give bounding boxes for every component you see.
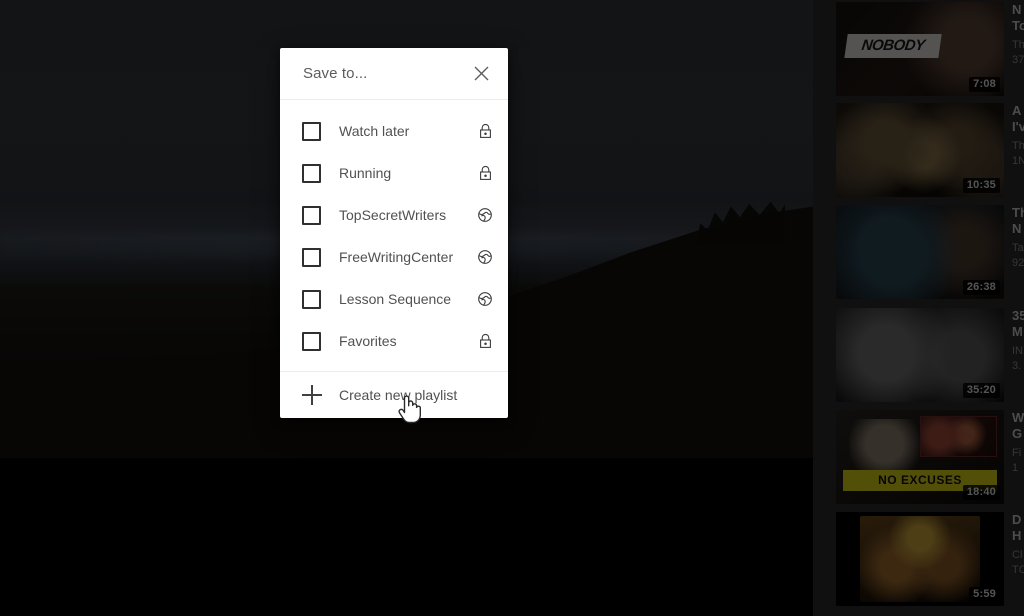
video-title-line1: D xyxy=(1012,512,1022,527)
list-item[interactable]: NO EXCUSES 18:40 W G Fi 1 xyxy=(836,410,1024,504)
playlist-row-freewritingcenter[interactable]: FreeWritingCenter xyxy=(280,236,508,278)
playlist-label: FreeWritingCenter xyxy=(339,249,454,265)
youtube-watch-page: NOBODY 7:08 N To Th 37 10:35 A I'v Th 1N… xyxy=(0,0,1024,616)
video-meta: Th N Ta 92 xyxy=(1012,205,1024,299)
video-duration: 10:35 xyxy=(962,178,1000,193)
thumbnail-title-band: NOBODY xyxy=(844,33,942,59)
globe-icon xyxy=(476,248,494,266)
video-thumbnail[interactable]: 5:59 xyxy=(836,512,1004,606)
playlist-checkbox[interactable] xyxy=(302,121,321,141)
playlist-checkbox[interactable] xyxy=(302,331,321,351)
dialog-title: Save to... xyxy=(303,65,368,82)
video-title-line1: N xyxy=(1012,2,1022,17)
playlist-label: Favorites xyxy=(339,333,397,349)
video-meta: N To Th 37 xyxy=(1012,2,1024,96)
playlist-row-lesson-sequence[interactable]: Lesson Sequence xyxy=(280,278,508,320)
video-duration: 18:40 xyxy=(962,485,1000,500)
thumbnail-badge-text: NOBODY xyxy=(860,36,926,54)
related-videos-sidebar[interactable]: NOBODY 7:08 N To Th 37 10:35 A I'v Th 1N… xyxy=(813,0,1024,616)
video-title-line2: G xyxy=(1012,426,1023,441)
save-to-playlist-dialog[interactable]: Save to... Watch later Running TopSecret… xyxy=(280,48,508,418)
video-views: 3. xyxy=(1012,360,1022,372)
lock-icon xyxy=(476,164,494,182)
video-thumbnail[interactable]: NOBODY 7:08 xyxy=(836,2,1004,96)
video-channel: Ta xyxy=(1012,242,1024,254)
dialog-header: Save to... xyxy=(280,48,508,100)
video-channel: Fi xyxy=(1012,447,1022,459)
video-channel: Th xyxy=(1012,39,1024,51)
globe-icon xyxy=(476,206,494,224)
video-duration: 5:59 xyxy=(969,587,1000,602)
video-thumbnail[interactable]: 10:35 xyxy=(836,103,1004,197)
playlist-label: TopSecretWriters xyxy=(339,207,447,223)
playlist-row-running[interactable]: Running xyxy=(280,152,508,194)
player-letterbox xyxy=(0,458,813,616)
video-views: 1 xyxy=(1012,462,1019,474)
plus-icon xyxy=(302,385,322,405)
list-item[interactable]: 26:38 Th N Ta 92 xyxy=(836,205,1024,299)
playlist-checkbox[interactable] xyxy=(302,289,321,309)
list-item[interactable]: NOBODY 7:08 N To Th 37 xyxy=(836,2,1024,96)
video-meta: 35 M IN 3. xyxy=(1012,308,1024,402)
playlist-checkbox[interactable] xyxy=(302,163,321,183)
list-item[interactable]: 35:20 35 M IN 3. xyxy=(836,308,1024,402)
playlist-row-topsecretwriters[interactable]: TopSecretWriters xyxy=(280,194,508,236)
video-views: 37 xyxy=(1012,54,1024,66)
video-channel: IN xyxy=(1012,345,1023,357)
video-views: TC xyxy=(1012,564,1024,576)
video-duration: 26:38 xyxy=(962,280,1000,295)
list-item[interactable]: 5:59 D H Cl TC xyxy=(836,512,1024,606)
video-title-line2: To xyxy=(1012,18,1024,33)
video-title-line1: W xyxy=(1012,410,1024,425)
video-thumbnail[interactable]: 26:38 xyxy=(836,205,1004,299)
thumbnail-inset xyxy=(920,415,998,457)
video-views: 1N xyxy=(1012,155,1024,167)
video-title-line2: H xyxy=(1012,528,1022,543)
video-title-line1: 35 xyxy=(1012,308,1024,323)
video-duration: 7:08 xyxy=(969,77,1000,92)
playlist-list[interactable]: Watch later Running TopSecretWriters Fre… xyxy=(280,100,508,371)
video-title-line2: I'v xyxy=(1012,119,1024,134)
create-new-playlist-button[interactable]: Create new playlist xyxy=(280,371,508,418)
video-meta: A I'v Th 1N xyxy=(1012,103,1024,197)
close-icon[interactable] xyxy=(468,61,494,87)
video-title-line2: M xyxy=(1012,324,1023,339)
playlist-row-favorites[interactable]: Favorites xyxy=(280,320,508,362)
video-meta: W G Fi 1 xyxy=(1012,410,1024,504)
video-duration: 35:20 xyxy=(962,383,1000,398)
video-channel: Th xyxy=(1012,140,1024,152)
video-thumbnail[interactable]: NO EXCUSES 18:40 xyxy=(836,410,1004,504)
playlist-label: Running xyxy=(339,165,392,181)
playlist-checkbox[interactable] xyxy=(302,205,321,225)
lock-icon xyxy=(476,122,494,140)
tree-silhouette xyxy=(695,201,785,246)
playlist-checkbox[interactable] xyxy=(302,247,321,267)
video-meta: D H Cl TC xyxy=(1012,512,1024,606)
thumbnail-poster xyxy=(859,515,981,603)
lock-icon xyxy=(476,332,494,350)
video-title-line1: Th xyxy=(1012,205,1024,220)
video-channel: Cl xyxy=(1012,549,1023,561)
globe-icon xyxy=(476,290,494,308)
video-title-line1: A xyxy=(1012,103,1022,118)
video-views: 92 xyxy=(1012,257,1024,269)
playlist-row-watch-later[interactable]: Watch later xyxy=(280,110,508,152)
pointer-hand-cursor xyxy=(396,392,422,426)
video-thumbnail[interactable]: 35:20 xyxy=(836,308,1004,402)
playlist-label: Lesson Sequence xyxy=(339,291,452,307)
list-item[interactable]: 10:35 A I'v Th 1N xyxy=(836,103,1024,197)
playlist-label: Watch later xyxy=(339,123,410,139)
video-title-line2: N xyxy=(1012,221,1022,236)
